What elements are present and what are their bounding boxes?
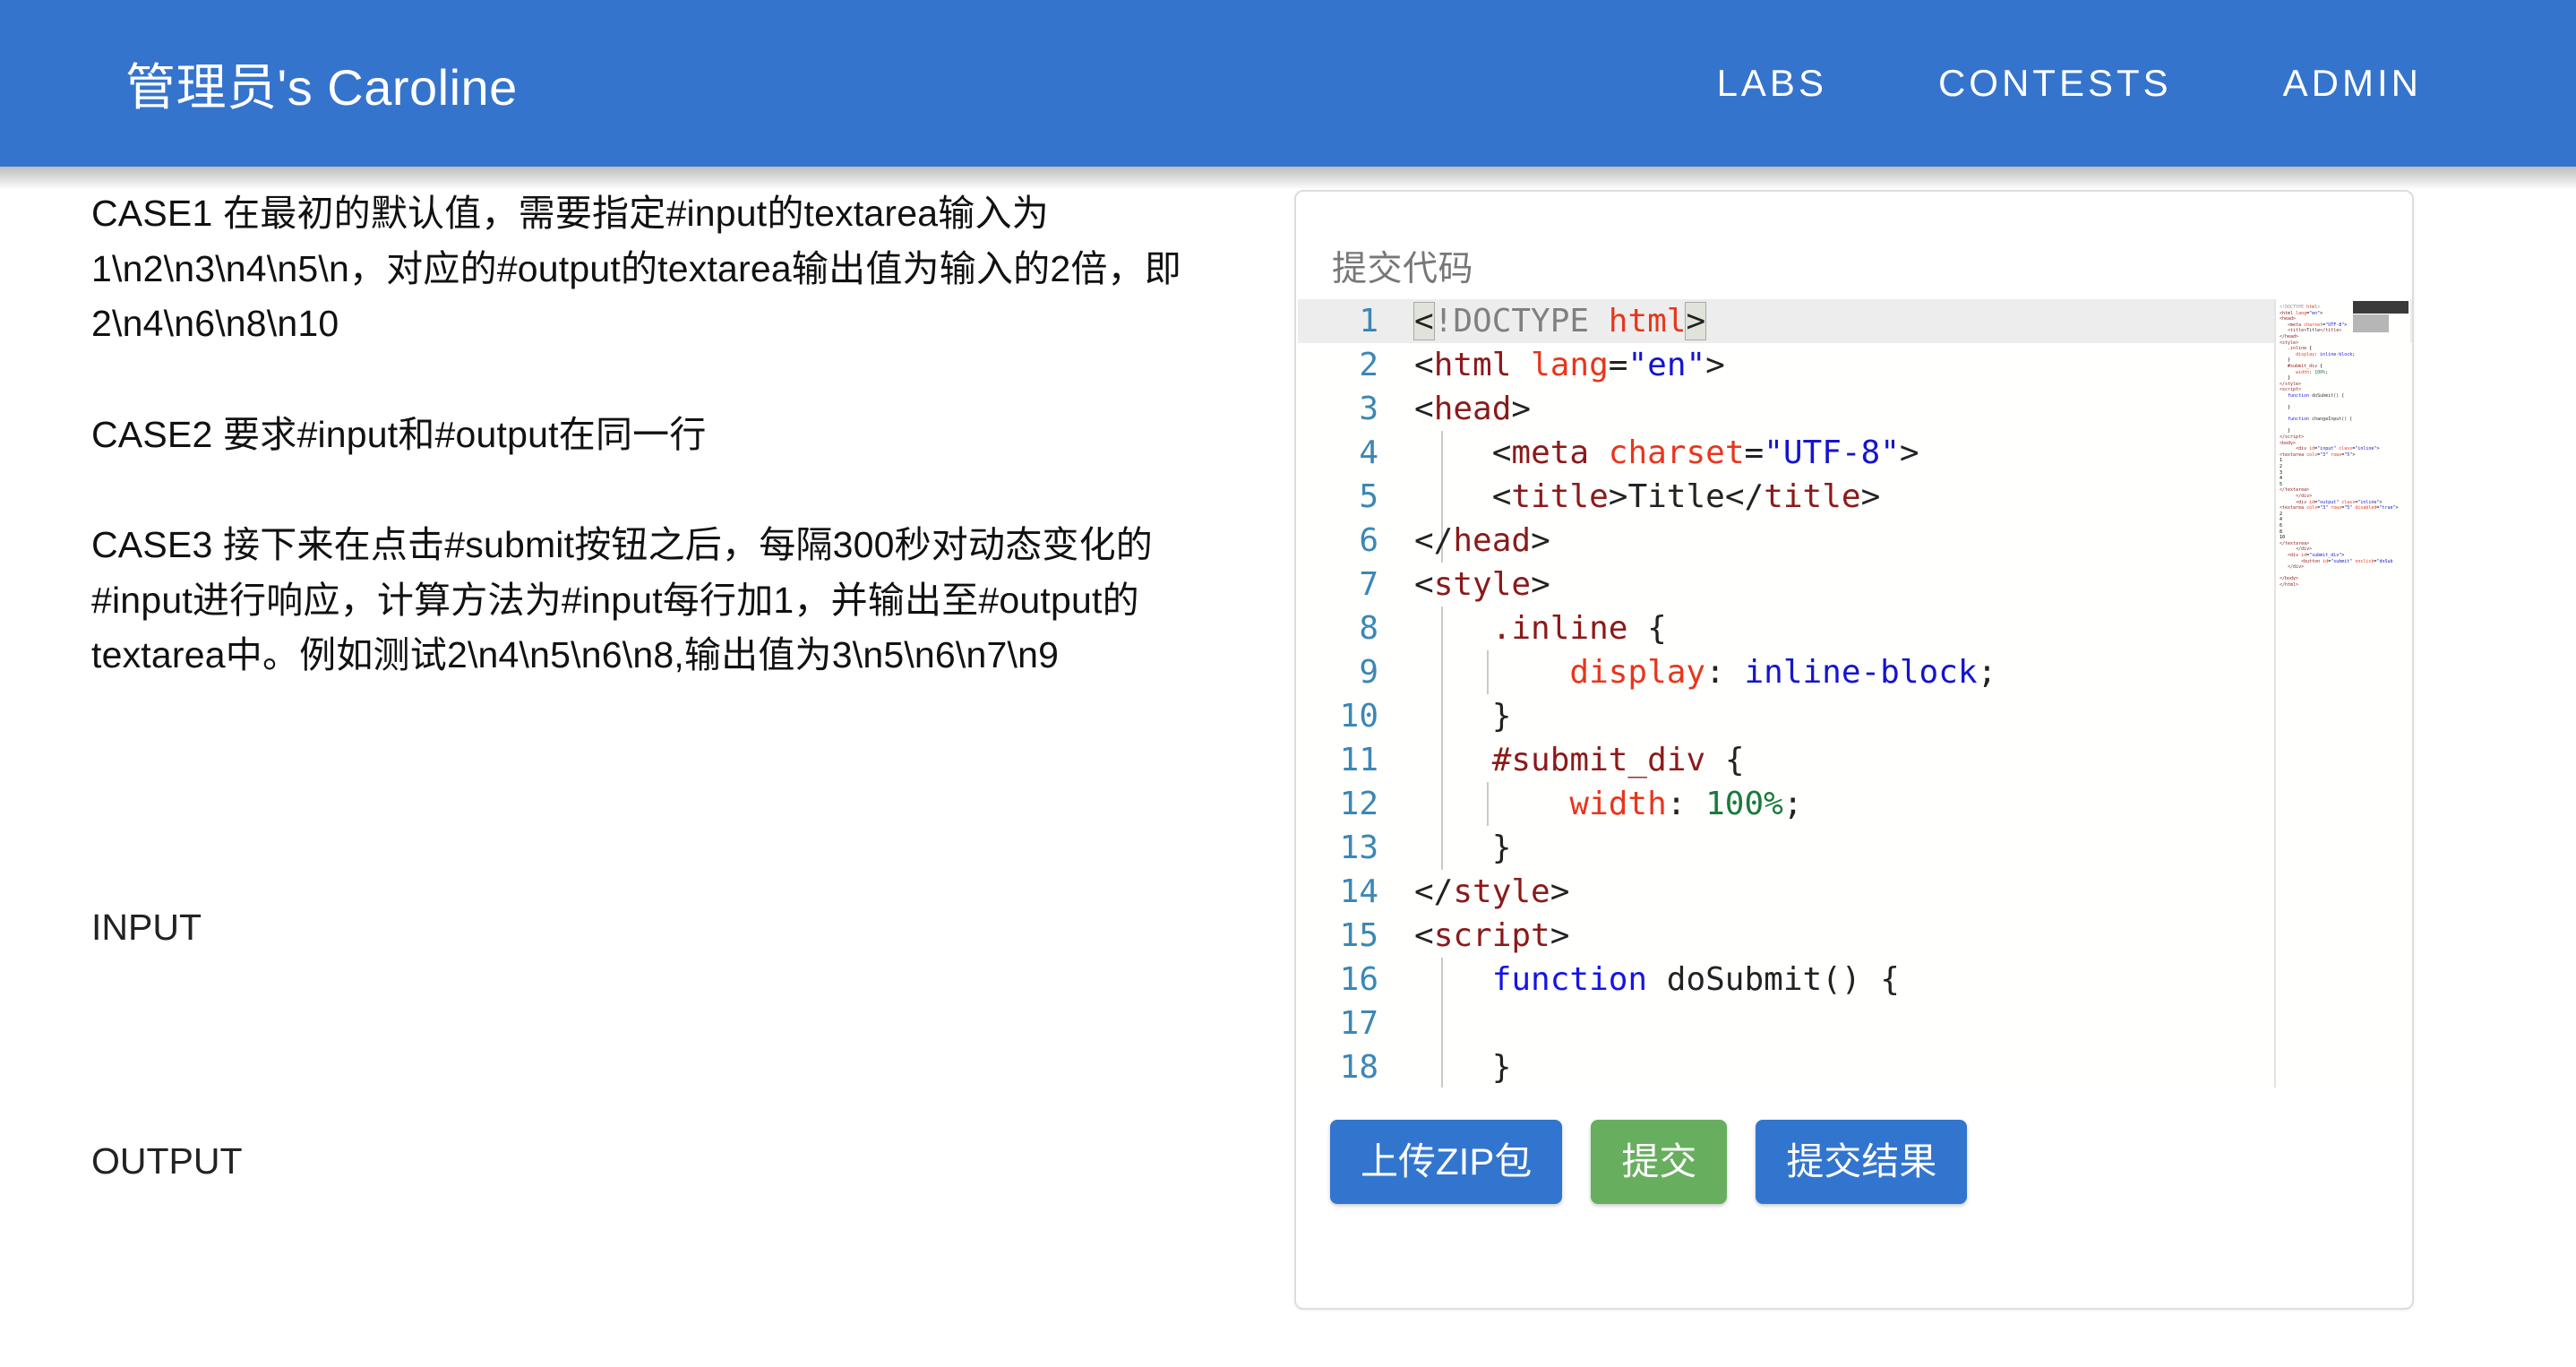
code-line[interactable]: 18 } <box>1298 1045 2412 1088</box>
line-number: 12 <box>1339 786 1378 822</box>
line-number: 11 <box>1339 742 1378 778</box>
action-button-row: 上传ZIP包 提交 提交结果 <box>1330 1120 1996 1204</box>
navbar-links: LABS CONTESTS ADMIN <box>1662 62 2477 105</box>
line-content: </head> <box>1414 522 1550 559</box>
code-line[interactable]: 12 width: 100%; <box>1298 782 2412 826</box>
line-content: } <box>1491 1049 1512 1086</box>
code-editor[interactable]: 1 <!DOCTYPE html> 2 <html lang="en"> 3 <… <box>1298 299 2412 1088</box>
line-content: <html lang="en"> <box>1414 347 1725 383</box>
card-title: 提交代码 <box>1332 250 1474 288</box>
submit-result-button[interactable]: 提交结果 <box>1756 1120 1968 1204</box>
line-content: width: 100%; <box>1569 786 1803 822</box>
code-line[interactable]: 8 .inline { <box>1298 606 2412 650</box>
line-number: 17 <box>1339 1005 1378 1042</box>
line-number: 16 <box>1339 961 1378 998</box>
line-content: .inline { <box>1491 610 1667 647</box>
line-content: } <box>1491 698 1512 735</box>
line-number: 13 <box>1339 830 1378 866</box>
nav-link-contests[interactable]: CONTESTS <box>1883 62 2228 105</box>
line-content: <head> <box>1414 391 1532 427</box>
minimap-scrollbar-thumb[interactable] <box>2353 301 2409 314</box>
line-content: <!DOCTYPE html> <box>1413 302 1707 340</box>
line-number: 5 <box>1359 478 1378 515</box>
line-number: 18 <box>1339 1049 1378 1086</box>
output-label: OUTPUT <box>91 1140 243 1182</box>
code-line[interactable]: 2 <html lang="en"> <box>1298 343 2412 387</box>
description-spacer-top <box>91 739 1247 900</box>
nav-link-admin[interactable]: ADMIN <box>2228 62 2477 105</box>
code-line[interactable]: 6 </head> <box>1298 519 2412 563</box>
code-line[interactable]: 9 display: inline-block; <box>1298 650 2412 694</box>
line-content: } <box>1491 830 1512 866</box>
line-number: 2 <box>1359 347 1378 383</box>
code-line[interactable]: 10 } <box>1298 694 2412 738</box>
line-number: 10 <box>1339 698 1378 735</box>
description-case1: CASE1 在最初的默认值，需要指定#input的textarea输入为1\n2… <box>91 193 1181 344</box>
line-number: 8 <box>1359 610 1378 647</box>
line-number: 4 <box>1359 434 1378 471</box>
line-number: 7 <box>1359 566 1378 603</box>
code-line[interactable]: 11 #submit_div { <box>1298 738 2412 782</box>
upload-zip-button[interactable]: 上传ZIP包 <box>1330 1120 1563 1204</box>
description-spacer-bottom <box>91 955 1247 1134</box>
line-number: 15 <box>1339 917 1378 954</box>
description-case2: CASE2 要求#input和#output在同一行 <box>91 413 707 455</box>
navbar-brand[interactable]: 管理员's Caroline <box>125 47 518 120</box>
line-number: 1 <box>1359 303 1378 340</box>
code-line[interactable]: 4 <meta charset="UTF-8"> <box>1298 431 2412 475</box>
line-number: 14 <box>1339 873 1378 910</box>
line-content: #submit_div { <box>1491 742 1745 778</box>
code-line[interactable]: 15 <script> <box>1298 914 2412 958</box>
submit-button[interactable]: 提交 <box>1591 1120 1728 1204</box>
code-line[interactable]: 14 </style> <box>1298 870 2412 914</box>
line-number: 6 <box>1359 522 1378 559</box>
minimap-viewport-slider[interactable] <box>2353 314 2389 332</box>
line-content: display: inline-block; <box>1569 654 1997 691</box>
nav-link-labs[interactable]: LABS <box>1662 62 1883 105</box>
editor-minimap[interactable]: <!DOCTYPE html> <html lang="en"> <head> … <box>2274 299 2410 1088</box>
line-content: function doSubmit() { <box>1491 961 1900 998</box>
task-description-panel: CASE1 在最初的默认值，需要指定#input的textarea输入为1\n2… <box>91 186 1247 1367</box>
minimap-code-preview: <!DOCTYPE html> <html lang="en"> <head> … <box>2280 305 2399 588</box>
code-line[interactable]: 3 <head> <box>1298 387 2412 431</box>
code-line[interactable]: 7 <style> <box>1298 563 2412 606</box>
line-content: <script> <box>1414 917 1570 954</box>
line-content: <title>Title</title> <box>1491 478 1881 515</box>
code-line[interactable]: 5 <title>Title</title> <box>1298 475 2412 519</box>
code-line[interactable]: 16 function doSubmit() { <box>1298 958 2412 1002</box>
line-content: </style> <box>1414 873 1570 910</box>
description-case3: CASE3 接下来在点击#submit按钮之后，每隔300秒对动态变化的#inp… <box>91 524 1154 675</box>
top-navbar: 管理员's Caroline LABS CONTESTS ADMIN <box>0 0 2576 167</box>
submit-code-card: 提交代码 1 <!DOCTYPE html> 2 <html lang="en"… <box>1294 190 2414 1310</box>
line-content: <style> <box>1414 566 1550 603</box>
line-number: 3 <box>1359 391 1378 427</box>
line-number: 9 <box>1359 654 1378 691</box>
code-line[interactable]: 17 <box>1298 1002 2412 1045</box>
line-content: <meta charset="UTF-8"> <box>1491 434 1919 471</box>
input-label: INPUT <box>91 906 202 948</box>
code-line[interactable]: 1 <!DOCTYPE html> <box>1298 299 2412 343</box>
code-line-list: 1 <!DOCTYPE html> 2 <html lang="en"> 3 <… <box>1298 299 2412 1088</box>
code-line[interactable]: 13 } <box>1298 826 2412 870</box>
